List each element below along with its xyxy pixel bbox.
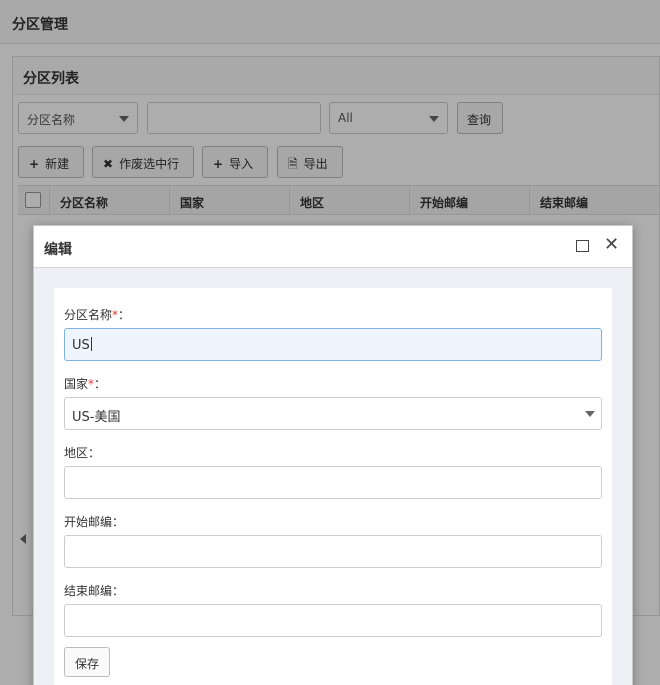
country-select-value: US-美国 <box>72 410 121 425</box>
field-region: 地区： <box>64 444 602 499</box>
maximize-icon[interactable] <box>576 240 589 252</box>
edit-form: 分区名称*： US 国家*： US-美国 地区： 开始邮编： 结束邮编： 保存 <box>54 288 612 685</box>
field-start-zip: 开始邮编： <box>64 513 602 568</box>
start-zip-label: 开始邮编： <box>64 515 125 529</box>
end-zip-input[interactable] <box>64 604 602 637</box>
name-input[interactable]: US <box>64 328 602 361</box>
start-zip-input[interactable] <box>64 535 602 568</box>
field-name: 分区名称*： US <box>64 306 602 361</box>
dialog-body: 分区名称*： US 国家*： US-美国 地区： 开始邮编： 结束邮编： 保存 <box>34 268 632 685</box>
chevron-down-icon <box>585 411 595 417</box>
dialog-title: 编辑 <box>44 242 72 258</box>
country-label: 国家*： <box>64 375 602 391</box>
country-label-text: 国家 <box>64 377 89 391</box>
text-cursor <box>90 337 92 351</box>
region-input[interactable] <box>64 466 602 499</box>
edit-dialog: 编辑 ✕ 分区名称*： US 国家*： US-美国 地区： 开始邮编： 结束邮编… <box>33 225 633 685</box>
field-end-zip: 结束邮编： <box>64 582 602 637</box>
label-colon: ： <box>118 308 131 322</box>
dialog-header: 编辑 ✕ <box>34 226 632 268</box>
name-input-value: US <box>72 338 90 353</box>
region-label: 地区： <box>64 446 101 460</box>
country-select[interactable]: US-美国 <box>64 397 602 430</box>
label-colon: ： <box>94 377 107 391</box>
end-zip-label: 结束邮编： <box>64 584 125 598</box>
name-label-text: 分区名称 <box>64 308 113 322</box>
close-icon[interactable]: ✕ <box>604 236 620 254</box>
field-country: 国家*： US-美国 <box>64 375 602 430</box>
save-button[interactable]: 保存 <box>64 647 111 677</box>
name-label: 分区名称*： <box>64 306 602 322</box>
